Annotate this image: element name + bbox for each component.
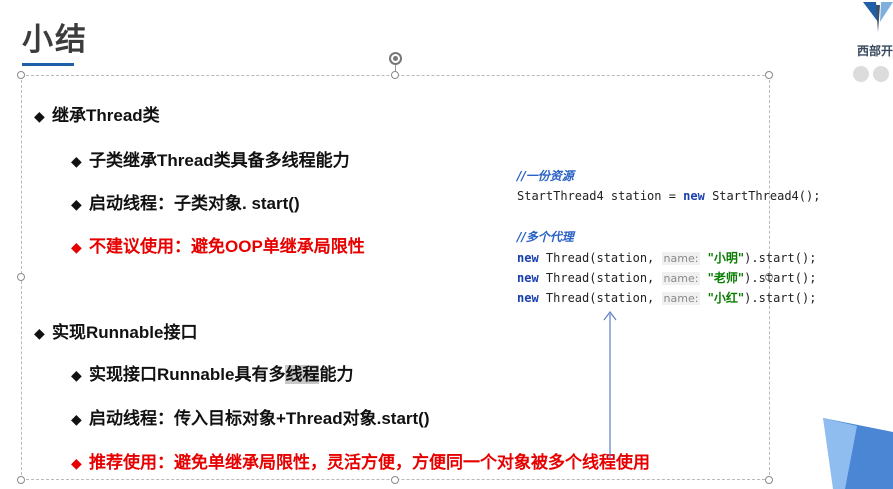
rotate-handle-icon[interactable] — [389, 52, 402, 65]
bullet-thread-warning: ◆ 不建议使用：避免OOP单继承局限性 — [71, 237, 365, 256]
diamond-icon: ◆ — [71, 411, 82, 427]
resize-handle-top-left[interactable] — [17, 71, 25, 79]
resize-handle-top[interactable] — [391, 71, 399, 79]
diamond-icon: ◆ — [34, 108, 45, 124]
resize-handle-top-right[interactable] — [765, 71, 773, 79]
bullet-thread-start: ◆ 启动线程：子类对象. start() — [71, 194, 300, 213]
code-line-station: StartThread4 station = new StartThread4(… — [517, 189, 821, 203]
diamond-icon: ◆ — [71, 239, 82, 255]
diamond-icon: ◆ — [34, 325, 45, 341]
resize-handle-left[interactable] — [17, 273, 25, 281]
resize-handle-bottom-left[interactable] — [17, 476, 25, 484]
nav-dot[interactable] — [853, 66, 869, 82]
diamond-icon: ◆ — [71, 367, 82, 383]
diamond-icon: ◆ — [71, 196, 82, 212]
logo-text: 西部开 — [857, 44, 893, 58]
annotation-arrow-icon — [603, 311, 617, 458]
text-highlight: 线程 — [285, 365, 320, 384]
bullet-thread-heading: ◆ 继承Thread类 — [34, 106, 160, 125]
resize-handle-bottom[interactable] — [391, 476, 399, 484]
logo-v-icon — [863, 2, 893, 32]
diamond-icon: ◆ — [71, 153, 82, 169]
bullet-runnable-heading: ◆ 实现Runnable接口 — [34, 323, 198, 342]
bullet-runnable-start: ◆ 启动线程：传入目标对象+Thread对象.start() — [71, 409, 430, 428]
code-line-thread-3: new Thread(station, name: "小红").start(); — [517, 291, 817, 305]
nav-dots — [853, 66, 893, 82]
bullet-runnable-capability: ◆ 实现接口Runnable具有多线程能力 — [71, 365, 354, 384]
param-hint: name: — [661, 252, 701, 265]
title-underline — [22, 63, 74, 66]
code-line-thread-1: new Thread(station, name: "小明").start(); — [517, 251, 817, 265]
brand-logo: 西部开 — [857, 2, 893, 62]
param-hint: name: — [661, 272, 701, 285]
bullet-thread-capability: ◆ 子类继承Thread类具备多线程能力 — [71, 151, 350, 170]
nav-dot[interactable] — [873, 66, 889, 82]
bullet-runnable-recommend: ◆ 推荐使用：避免单继承局限性，灵活方便，方便同一个对象被多个线程使用 — [71, 453, 650, 472]
slide-title: 小结 — [22, 22, 88, 57]
code-comment-proxy: //多个代理 — [517, 230, 574, 244]
corner-decoration — [823, 418, 893, 489]
param-hint: name: — [661, 292, 701, 305]
diamond-icon: ◆ — [71, 455, 82, 471]
code-comment-resource: //一份资源 — [517, 169, 574, 183]
code-line-thread-2: new Thread(station, name: "老师").start(); — [517, 271, 817, 285]
resize-handle-bottom-right[interactable] — [765, 476, 773, 484]
